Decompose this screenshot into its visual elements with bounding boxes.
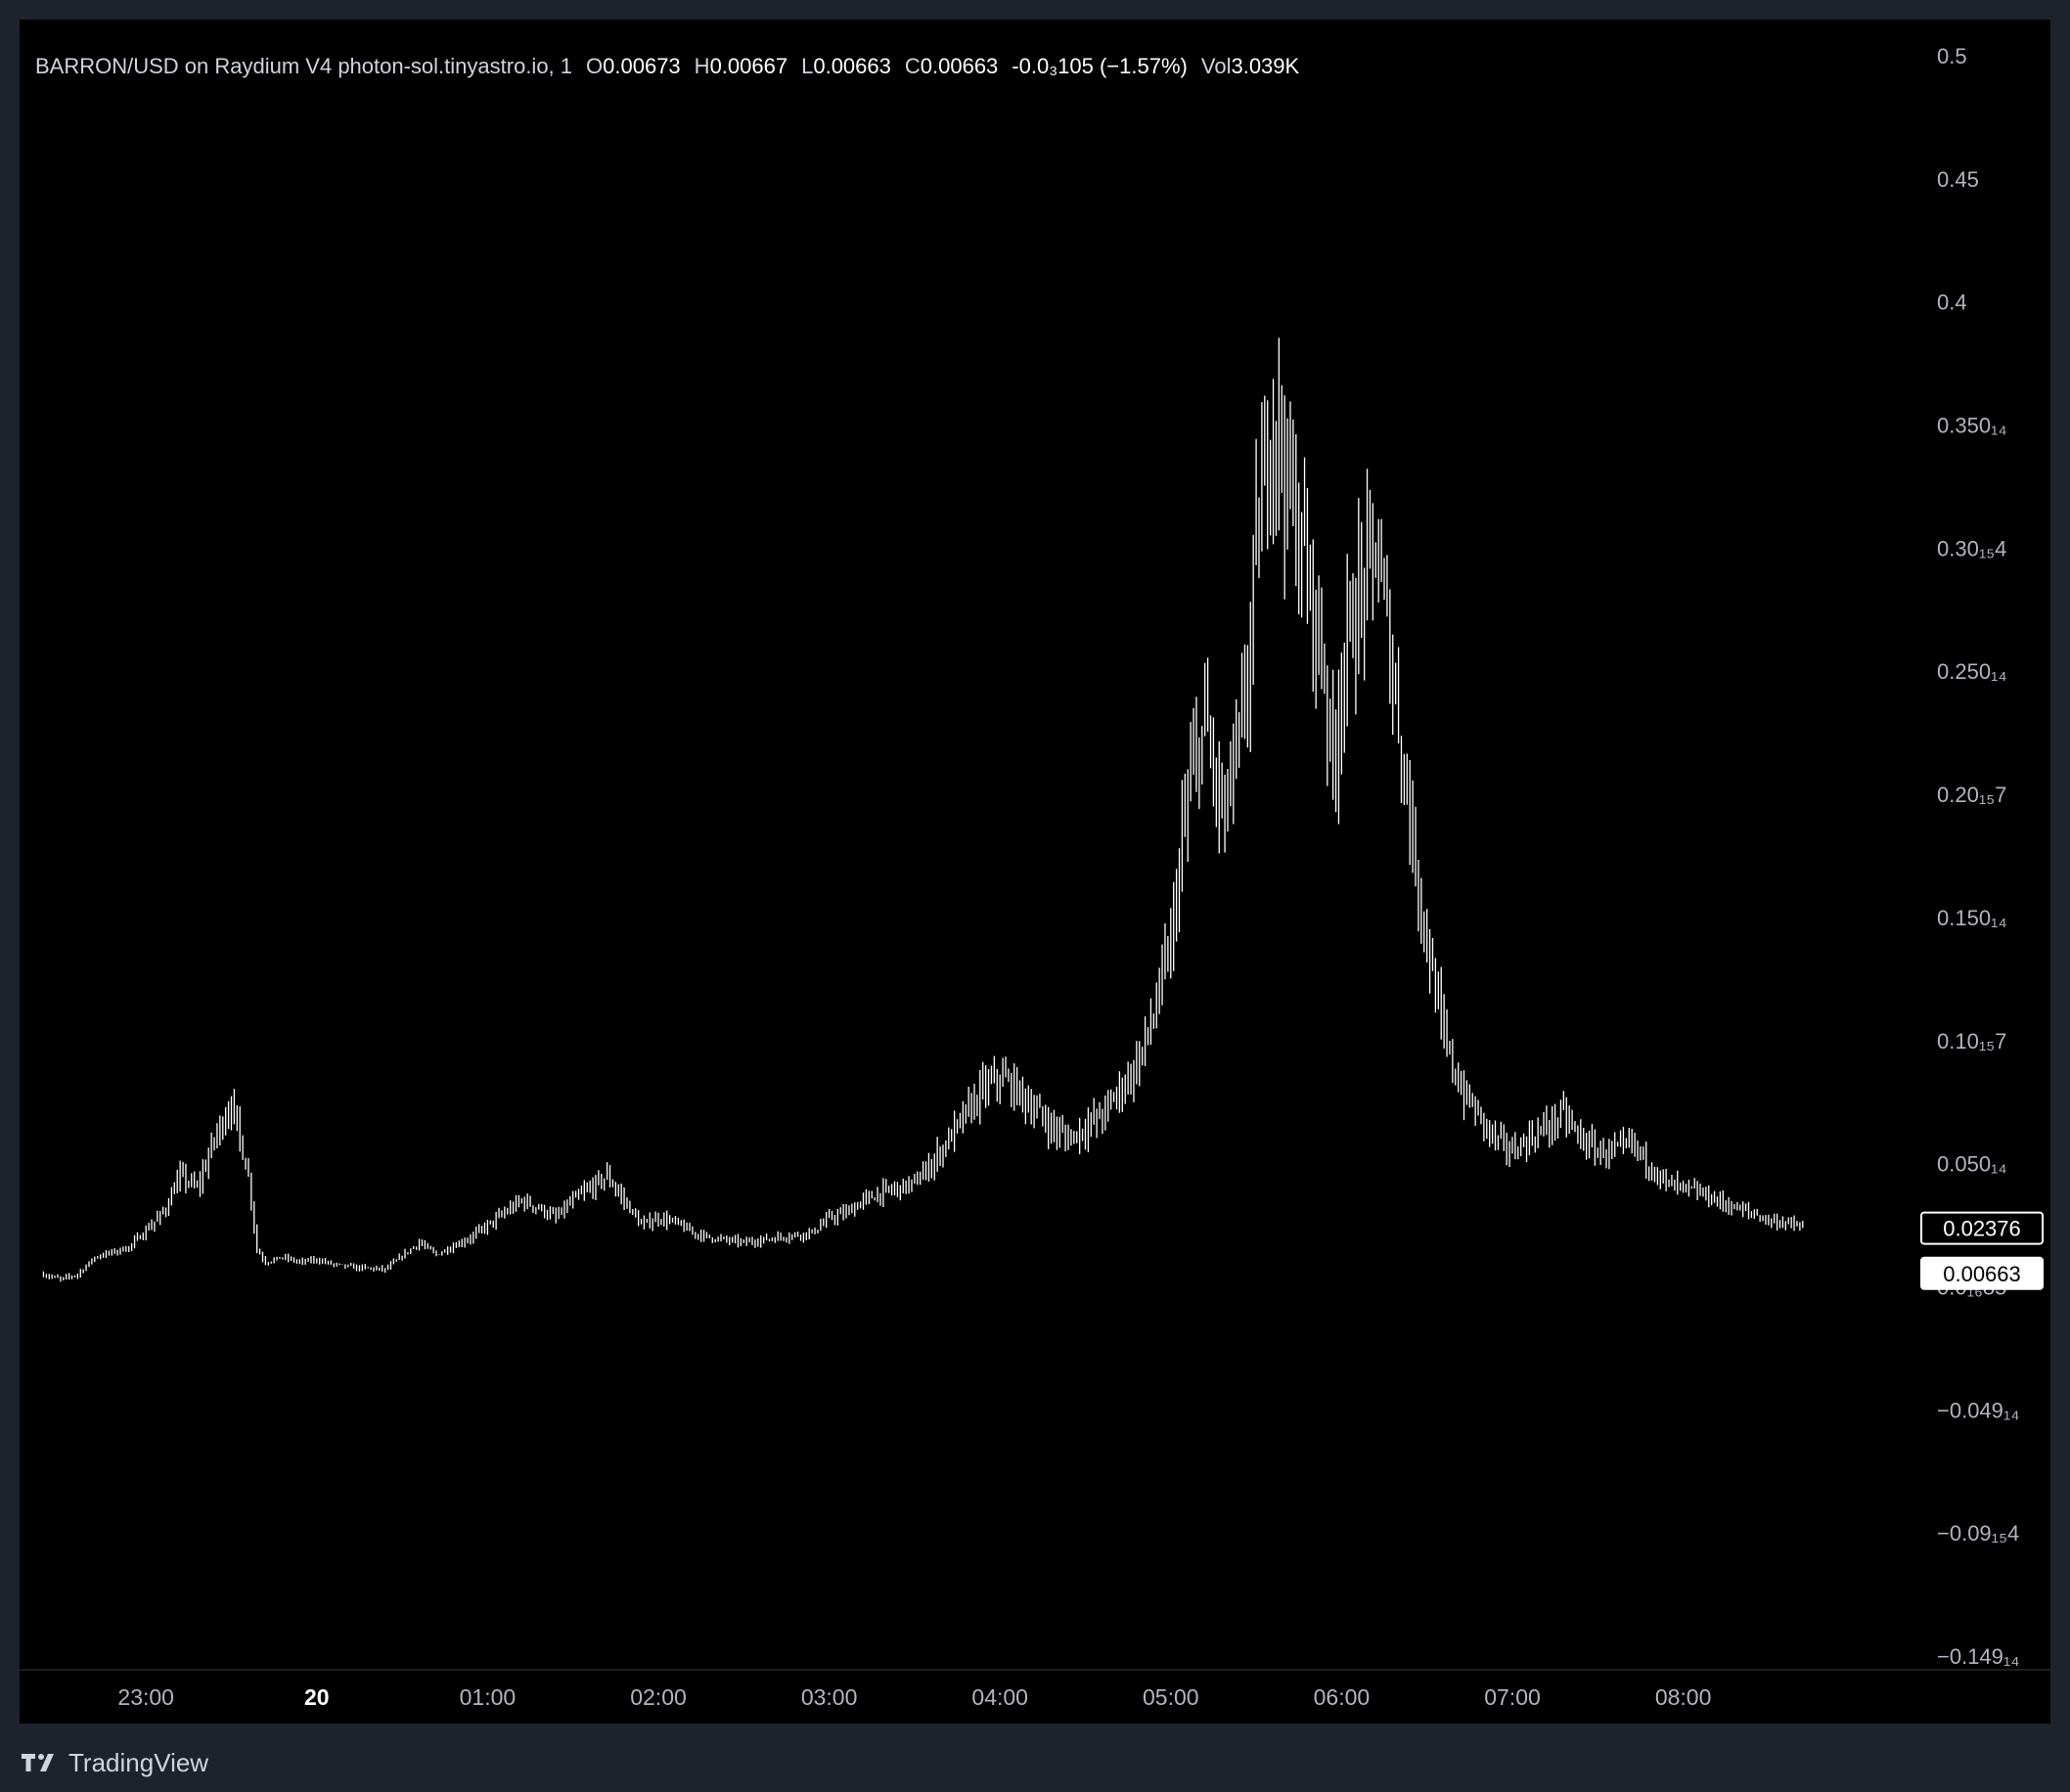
price-label-0: 0.02376 bbox=[1943, 1217, 2021, 1241]
open-label: O bbox=[586, 54, 604, 78]
y-tick-label-9: 0.050₁₄ bbox=[1937, 1152, 2006, 1177]
change-value: -0.0₃105 (−1.57%) bbox=[1012, 54, 1188, 78]
x-tick-label-5: 04:00 bbox=[971, 1684, 1028, 1710]
x-tick-label-9: 08:00 bbox=[1655, 1684, 1712, 1710]
x-tick-label-6: 05:00 bbox=[1143, 1684, 1199, 1710]
open-value: 0.00673 bbox=[603, 54, 681, 78]
y-tick-label-4: 0.30₁₅4 bbox=[1937, 536, 2006, 560]
y-tick-label-6: 0.20₁₅7 bbox=[1937, 783, 2006, 807]
y-tick-label-13: −0.149₁₄ bbox=[1937, 1644, 2019, 1669]
low-label: L bbox=[801, 54, 814, 78]
y-tick-label-7: 0.150₁₄ bbox=[1937, 906, 2006, 930]
close-label: C bbox=[904, 54, 921, 78]
x-tick-label-4: 03:00 bbox=[801, 1684, 858, 1710]
close-value: 0.00663 bbox=[920, 54, 999, 78]
y-tick-label-8: 0.10₁₅7 bbox=[1937, 1029, 2006, 1053]
brand-name[interactable]: TradingView bbox=[68, 1748, 208, 1778]
volume-value: 3.039K bbox=[1231, 54, 1300, 78]
symbol-title[interactable]: BARRON/USD on Raydium V4 photon-sol.tiny… bbox=[35, 54, 572, 78]
y-tick-label-0: 0.5 bbox=[1937, 44, 1967, 68]
x-tick-label-8: 07:00 bbox=[1484, 1684, 1541, 1710]
y-tick-label-5: 0.250₁₄ bbox=[1937, 659, 2006, 684]
price-label-1: 0.00663 bbox=[1943, 1262, 2021, 1286]
x-tick-label-7: 06:00 bbox=[1314, 1684, 1371, 1710]
high-value: 0.00667 bbox=[709, 54, 788, 78]
footer: TradingView bbox=[20, 1743, 208, 1782]
x-tick-label-3: 02:00 bbox=[630, 1684, 687, 1710]
high-label: H bbox=[694, 54, 710, 78]
price-chart[interactable]: 0.5 0.45 0.4 0.350₁₄ 0.30₁₅4 0.250₁₄ 0.20₁₅7 0.… bbox=[20, 20, 2050, 1724]
candles-layer bbox=[42, 337, 1804, 1282]
y-tick-label-3: 0.350₁₄ bbox=[1937, 414, 2006, 438]
axes-layer: 0.5 0.45 0.4 0.350₁₄ 0.30₁₅4 0.250₁₄ 0.20₁₅7 0.… bbox=[20, 44, 2050, 1710]
tradingview-logo-icon[interactable] bbox=[20, 1751, 59, 1774]
y-tick-label-12: −0.09₁₅4 bbox=[1937, 1521, 2019, 1546]
y-tick-label-1: 0.45 bbox=[1937, 167, 1979, 192]
x-tick-label-1: 20 bbox=[304, 1684, 330, 1710]
y-tick-label-11: −0.049₁₄ bbox=[1937, 1398, 2019, 1422]
y-tick-label-2: 0.4 bbox=[1937, 291, 1967, 315]
x-tick-label-2: 01:00 bbox=[460, 1684, 517, 1710]
header-legend: BARRON/USD on Raydium V4 photon-sol.tiny… bbox=[35, 53, 1299, 80]
volume-label: Vol bbox=[1200, 54, 1232, 78]
x-tick-label-0: 23:00 bbox=[117, 1684, 174, 1710]
low-value: 0.00663 bbox=[813, 54, 891, 78]
chart-frame[interactable]: 0.5 0.45 0.4 0.350₁₄ 0.30₁₅4 0.250₁₄ 0.20₁₅7 0.… bbox=[20, 20, 2050, 1724]
